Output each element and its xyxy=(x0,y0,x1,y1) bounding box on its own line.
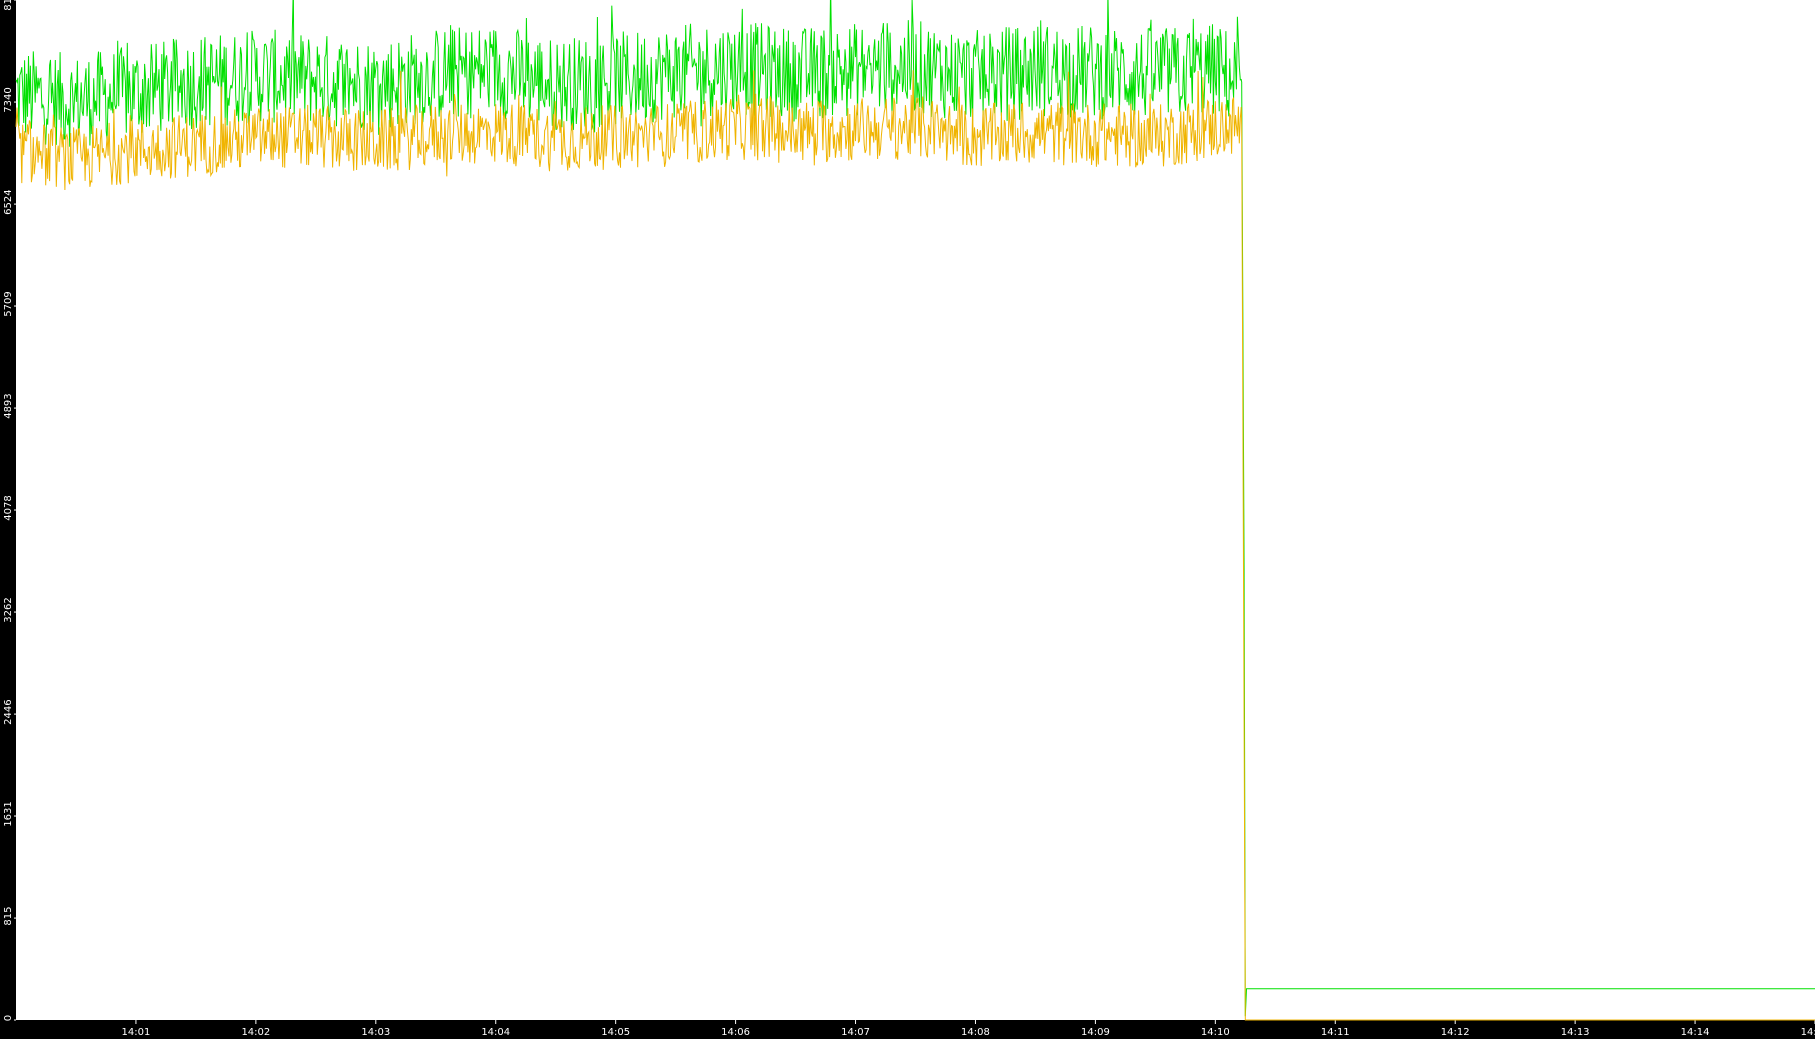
x-tick-label: 14:03 xyxy=(361,1027,390,1038)
y-tick-label: 4078 xyxy=(3,495,14,520)
y-tick-label: 815 xyxy=(3,907,14,926)
x-tick-label: 14:06 xyxy=(721,1027,750,1038)
plot-area xyxy=(16,0,1815,1020)
y-tick-label: 2446 xyxy=(3,699,14,724)
line-chart: 0 815 1631 2446 3262 4078 4893 5709 6524 7340 8156… xyxy=(3,0,1815,1038)
x-tick-label: 14:11 xyxy=(1321,1027,1350,1038)
x-tick-label: 14:01 xyxy=(122,1027,151,1038)
x-tick-label: 14:12 xyxy=(1441,1027,1470,1038)
x-tick-label: 14:08 xyxy=(961,1027,990,1038)
y-axis: 0 815 1631 2446 3262 4078 4893 5709 6524 7340 8156 xyxy=(3,0,16,1021)
y-tick-label: 4893 xyxy=(3,393,14,418)
x-axis: 14:01 14:02 14:03 14:04 14:05 14:06 14:07 14:08… xyxy=(122,1020,1815,1038)
x-tick-label: 14:13 xyxy=(1561,1027,1590,1038)
x-tick-label: 14:10 xyxy=(1201,1027,1230,1038)
y-tick-label: 5709 xyxy=(3,291,14,316)
x-tick-label: 14:07 xyxy=(841,1027,870,1038)
y-tick-label: 6524 xyxy=(3,189,14,214)
x-tick-label: 14:02 xyxy=(241,1027,270,1038)
y-tick-label: 7340 xyxy=(3,87,14,112)
x-tick-label: 14:09 xyxy=(1081,1027,1110,1038)
y-tick-label: 3262 xyxy=(3,597,14,622)
y-tick-label: 1631 xyxy=(3,801,14,826)
x-tick-label: 14:05 xyxy=(601,1027,630,1038)
x-tick-label: 14:15 xyxy=(1801,1027,1815,1038)
y-tick-label: 8156 xyxy=(3,0,14,11)
y-tick-label: 0 xyxy=(3,1015,14,1021)
x-tick-label: 14:14 xyxy=(1681,1027,1710,1038)
x-tick-label: 14:04 xyxy=(481,1027,510,1038)
